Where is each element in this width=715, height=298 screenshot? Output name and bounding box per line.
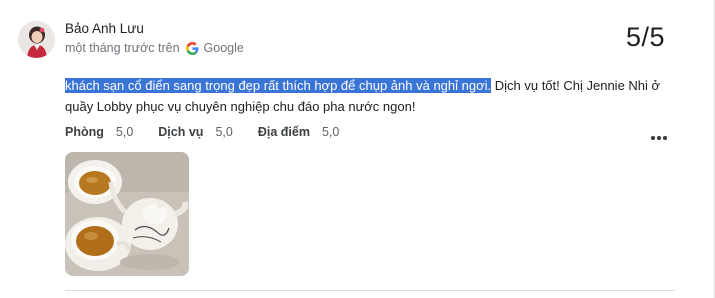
reviewer-name[interactable]: Bảo Anh Lưu <box>65 21 144 36</box>
reviewer-avatar[interactable] <box>18 21 55 58</box>
review-photo[interactable] <box>65 152 189 276</box>
rating-value-room: 5,0 <box>115 125 134 139</box>
rating-label-location: Địa điểm <box>257 125 310 139</box>
rating-label-room: Phòng <box>65 125 104 139</box>
review-time: một tháng trước trên <box>65 41 180 55</box>
rating-value-service: 5,0 <box>215 125 233 139</box>
divider <box>65 290 675 291</box>
rating-value-location: 5,0 <box>321 125 340 139</box>
review-meta: một tháng trước trên Google <box>65 41 244 55</box>
rating-label-service: Dịch vụ <box>158 125 204 139</box>
more-dot <box>663 136 667 140</box>
more-dot <box>657 136 661 140</box>
category-ratings: Phòng 5,0 Dịch vụ 5,0 Địa điểm 5,0 <box>65 125 364 139</box>
more-options-button[interactable] <box>648 128 670 148</box>
review-text-selected: khách sạn cổ điển sang trọng đẹp rất thí… <box>65 78 492 93</box>
review-card: Bảo Anh Lưu một tháng trước trên Google … <box>0 0 715 298</box>
more-vert-dots-icon <box>651 136 655 140</box>
review-score: 5/5 <box>626 22 666 52</box>
google-g-icon <box>185 41 199 55</box>
review-source: Google <box>203 41 244 55</box>
review-text: khách sạn cổ điển sang trọng đẹp rất thí… <box>65 75 665 117</box>
